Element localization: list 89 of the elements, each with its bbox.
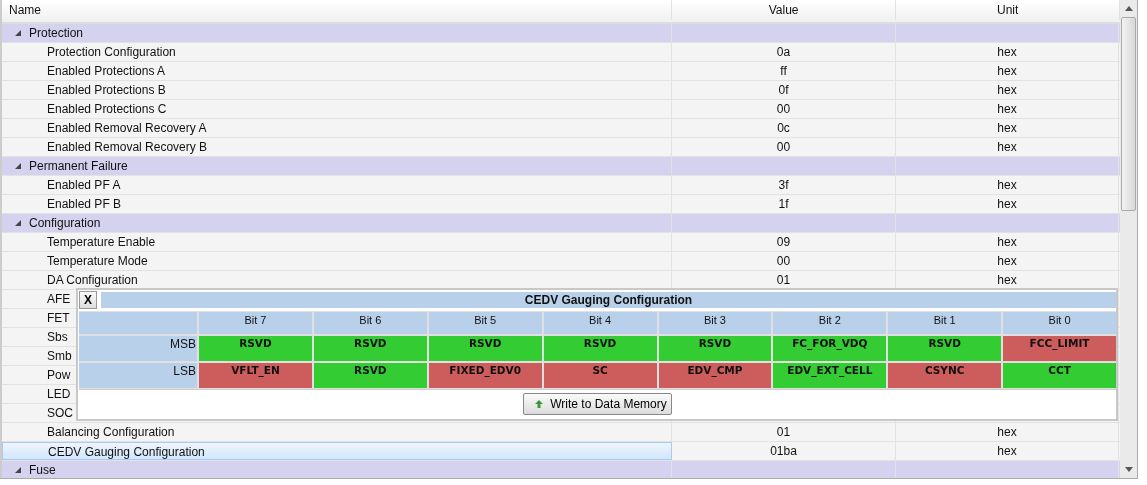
write-button[interactable]: Write to Data Memory: [523, 393, 672, 415]
parameter-unit: hex: [997, 273, 1017, 287]
parameter-unit: hex: [997, 197, 1017, 211]
parameter-unit: hex: [997, 140, 1017, 154]
bit-flag-toggle[interactable]: RSVD: [888, 336, 1002, 361]
parameter-unit: hex: [997, 64, 1017, 78]
bit-flag-toggle[interactable]: RSVD: [313, 363, 427, 388]
parameter-name[interactable]: Enabled Protections A: [2, 62, 672, 80]
parameter-value: 00: [776, 102, 791, 116]
bit-flag-toggle[interactable]: FIXED_EDV0: [428, 363, 542, 388]
scroll-down-icon[interactable]: [1124, 467, 1133, 472]
parameter-name[interactable]: LED: [47, 387, 71, 401]
up-arrow-icon: [534, 399, 545, 409]
close-button[interactable]: X: [79, 291, 97, 309]
bit-flag-toggle[interactable]: RSVD: [543, 336, 657, 361]
group-name: Configuration: [29, 215, 101, 232]
parameter-value: 1f: [778, 197, 789, 211]
parameter-unit: hex: [997, 45, 1017, 59]
bit-flag-toggle[interactable]: CSYNC: [888, 363, 1002, 388]
parameter-value: 01ba: [770, 444, 797, 458]
bit-flag-toggle[interactable]: RSVD: [658, 336, 772, 361]
parameter-unit: hex: [997, 83, 1017, 97]
parameter-unit: hex: [997, 235, 1017, 249]
bit-column-header: Bit 6: [313, 312, 427, 334]
parameter-name[interactable]: Sbs: [47, 330, 68, 344]
bit-flag-toggle[interactable]: RSVD: [199, 336, 312, 361]
parameter-name[interactable]: Protection Configuration: [2, 43, 672, 61]
bit-flag-toggle[interactable]: SC: [543, 363, 657, 388]
group-name: Permanent Failure: [29, 158, 128, 175]
parameter-name[interactable]: Pow: [47, 368, 71, 382]
bit-flag-toggle[interactable]: VFLT_EN: [199, 363, 312, 388]
vertical-scrollbar[interactable]: [1120, 0, 1137, 478]
parameter-unit: hex: [997, 178, 1017, 192]
parameter-value: 3f: [778, 178, 789, 192]
parameter-name[interactable]: Balancing Configuration: [2, 423, 672, 441]
parameter-name[interactable]: Temperature Enable: [2, 233, 672, 251]
parameter-name[interactable]: Enabled PF B: [2, 195, 672, 213]
column-header[interactable]: Name: [2, 0, 672, 20]
parameter-name[interactable]: Enabled Protections B: [2, 81, 672, 99]
panel-title: CEDV Gauging Configuration: [101, 292, 1116, 308]
parameter-unit: hex: [997, 102, 1017, 116]
scrollbar-thumb[interactable]: [1121, 17, 1136, 211]
parameter-value: 0f: [778, 83, 789, 97]
parameter-value: 01: [776, 273, 791, 287]
bit-column-header: Bit 2: [773, 312, 887, 334]
byte-label: LSB: [79, 363, 197, 388]
parameter-name[interactable]: SOC: [47, 406, 73, 420]
parameter-value: 0c: [777, 121, 790, 135]
parameter-value: 01: [776, 425, 791, 439]
parameter-unit: hex: [997, 254, 1017, 268]
parameter-name[interactable]: Temperature Mode: [2, 252, 672, 270]
bit-column-header: Bit 1: [888, 312, 1002, 334]
scroll-up-icon[interactable]: [1124, 6, 1133, 11]
bit-column-header: Bit 7: [199, 312, 312, 334]
expand-triangle-icon[interactable]: [14, 29, 22, 37]
bit-column-header: Bit 3: [658, 312, 772, 334]
parameter-name[interactable]: AFE: [47, 292, 71, 306]
group-name: Protection: [29, 25, 84, 42]
bit-flag-toggle[interactable]: RSVD: [313, 336, 427, 361]
parameter-unit: hex: [997, 425, 1017, 439]
bit-flag-toggle[interactable]: FCC_LIMIT: [1003, 336, 1116, 361]
parameter-value: 0a: [776, 45, 791, 59]
bit-flag-toggle[interactable]: RSVD: [428, 336, 542, 361]
expand-triangle-icon[interactable]: [14, 466, 22, 474]
bit-column-header: Bit 4: [543, 312, 657, 334]
parameter-name[interactable]: FET: [47, 311, 70, 325]
group-name: Fuse: [29, 462, 56, 478]
bit-column-header: Bit 0: [1003, 312, 1116, 334]
column-header[interactable]: Value: [671, 0, 897, 20]
parameter-unit: hex: [997, 444, 1017, 458]
expand-triangle-icon[interactable]: [14, 219, 22, 227]
parameter-value: 00: [776, 254, 791, 268]
bit-flag-toggle[interactable]: FC_FOR_VDQ: [773, 336, 887, 361]
parameter-value: 09: [776, 235, 791, 249]
parameter-name[interactable]: Smb: [47, 349, 72, 363]
byte-label: MSB: [79, 336, 197, 361]
parameter-name[interactable]: Enabled PF A: [2, 176, 672, 194]
bit-flag-toggle[interactable]: CCT: [1003, 363, 1116, 388]
bit-flag-toggle[interactable]: EDV_EXT_CELL: [773, 363, 887, 388]
parameter-name[interactable]: Enabled Protections C: [2, 100, 672, 118]
parameter-name[interactable]: Enabled Removal Recovery B: [2, 138, 672, 156]
parameter-name[interactable]: CEDV Gauging Configuration: [2, 442, 672, 460]
parameter-name[interactable]: Enabled Removal Recovery A: [2, 119, 672, 137]
bit-flag-toggle[interactable]: EDV_CMP: [658, 363, 772, 388]
bit-column-header: Bit 5: [428, 312, 542, 334]
expand-triangle-icon[interactable]: [14, 162, 22, 170]
parameter-value: ff: [780, 64, 787, 78]
parameter-unit: hex: [997, 121, 1017, 135]
parameter-value: 00: [776, 140, 791, 154]
